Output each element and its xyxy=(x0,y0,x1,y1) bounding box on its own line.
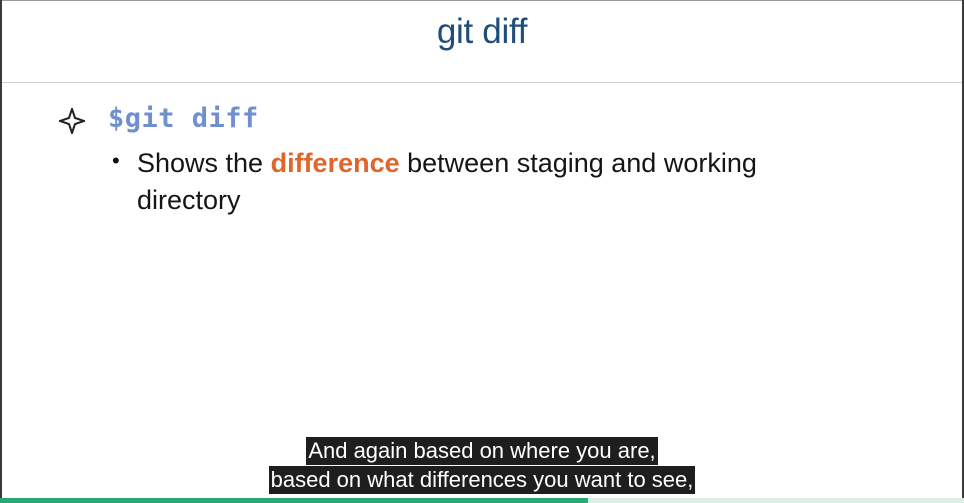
frame-border xyxy=(0,0,964,1)
four-point-star-icon xyxy=(59,108,85,134)
highlight-word: difference xyxy=(270,148,400,178)
subtitle-captions: And again based on where you are, based … xyxy=(0,437,964,495)
caption-line: based on what differences you want to se… xyxy=(268,466,696,494)
video-progress-bar[interactable] xyxy=(0,498,964,503)
video-progress-fill xyxy=(0,498,589,503)
caption-line: And again based on where you are, xyxy=(306,437,658,465)
video-frame[interactable]: git diff $git diff • Shows the differenc… xyxy=(0,0,964,503)
command-text: $git diff xyxy=(108,103,259,134)
bullet-text: Shows the difference between staging and… xyxy=(137,145,857,219)
title-divider xyxy=(2,82,962,83)
bullet-dot: • xyxy=(112,148,120,173)
slide-title: git diff xyxy=(436,12,528,51)
bullet-text-prefix: Shows the xyxy=(137,148,271,178)
frame-border xyxy=(0,0,2,503)
